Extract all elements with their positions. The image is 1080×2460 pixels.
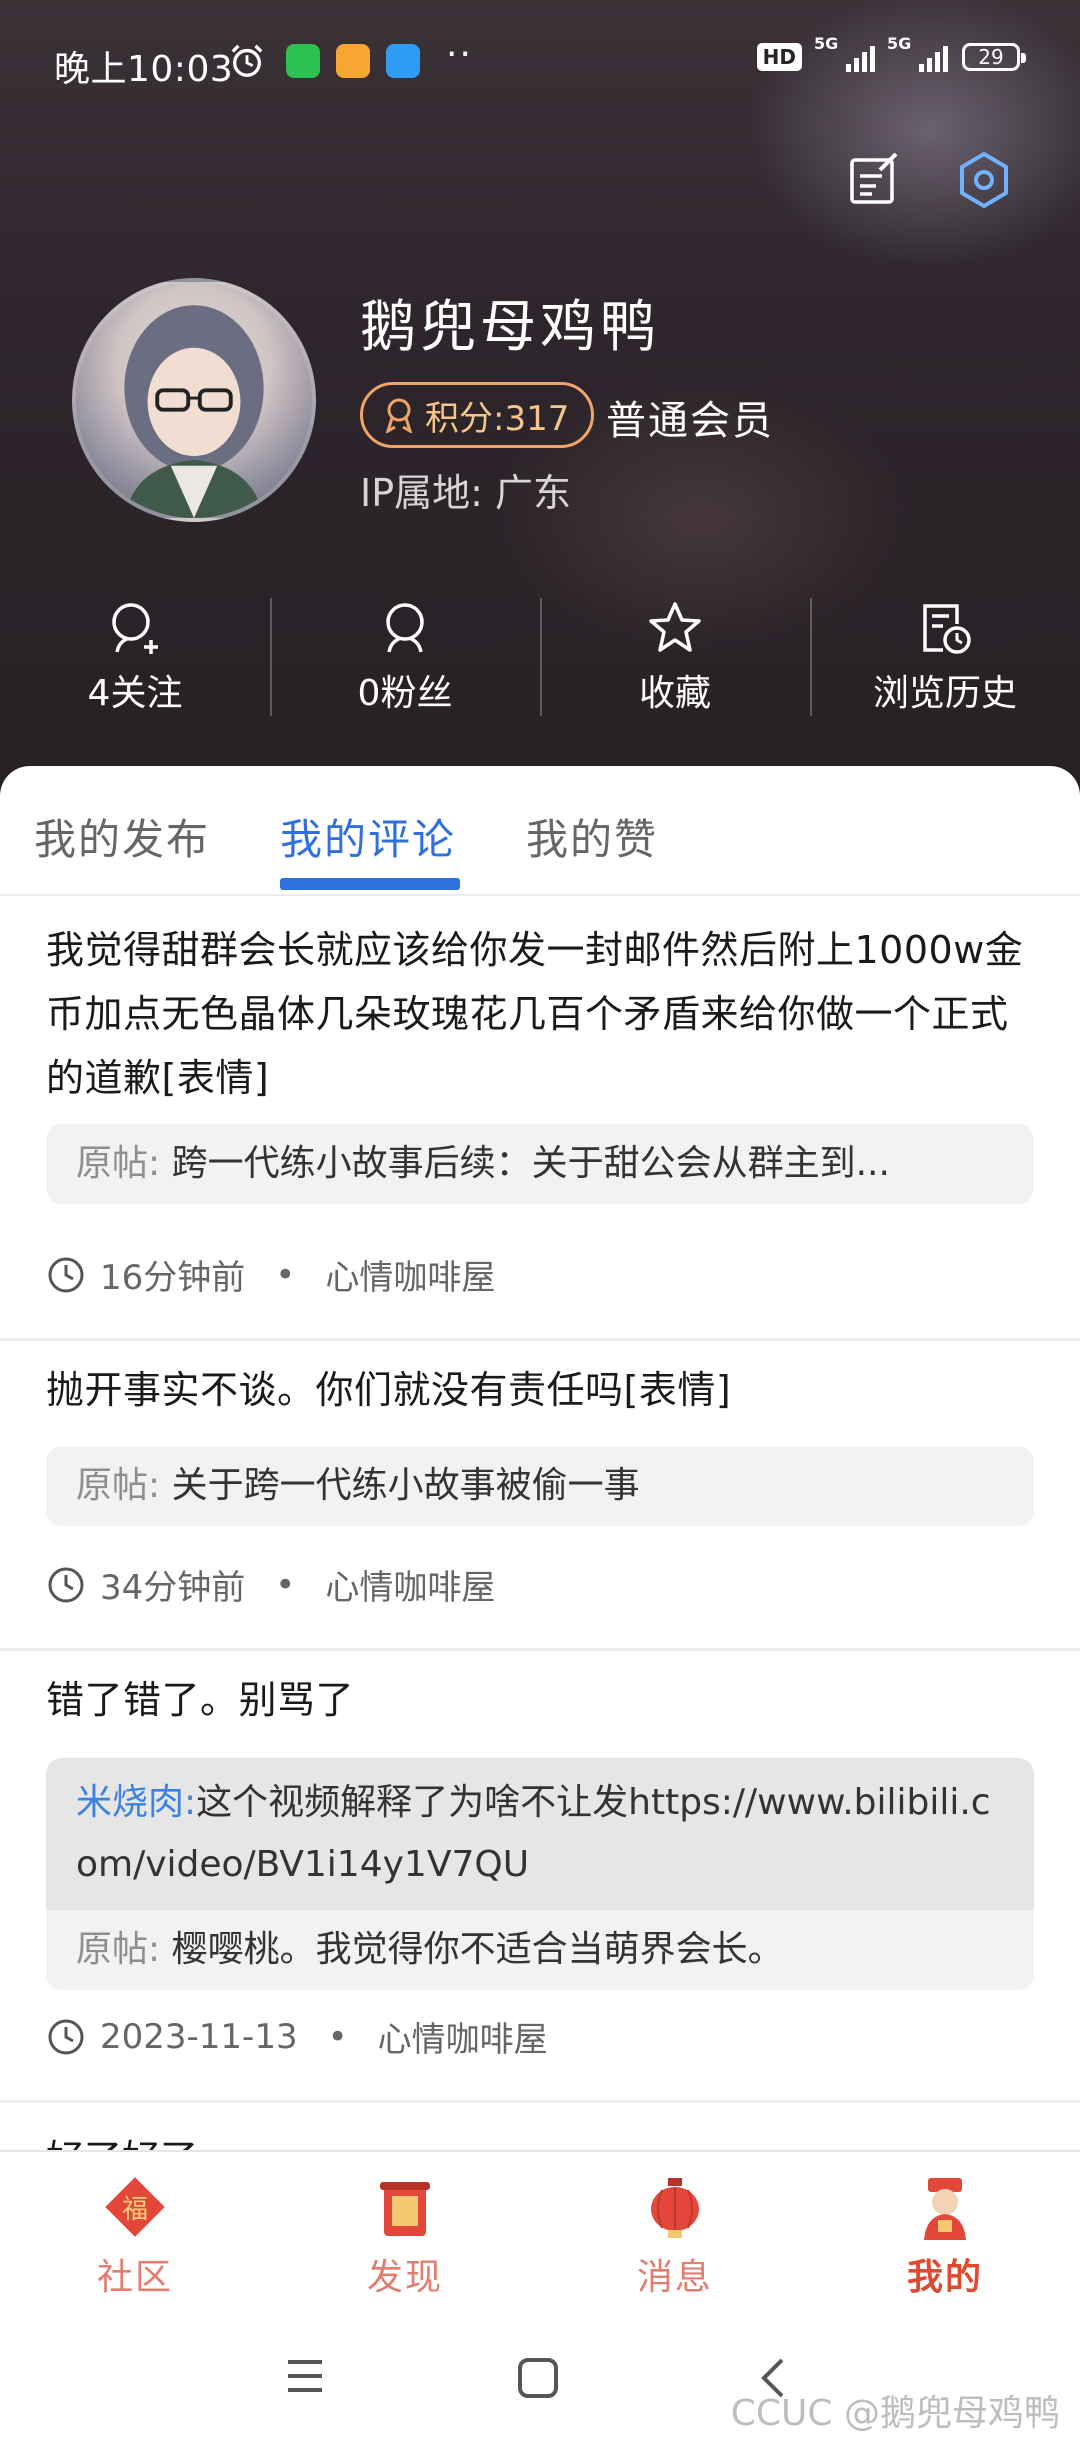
- original-post-title: 关于跨一代练小故事被偷一事: [171, 1465, 640, 1506]
- tab-bar: 我的发布 我的评论 我的赞: [0, 766, 1080, 896]
- comment-item[interactable]: 我觉得甜群会长就应该给你发一封邮件然后附上1000w金币加点无色晶体几朵玫瑰花几…: [0, 896, 1080, 1341]
- points-value: 积分:317: [425, 398, 570, 439]
- status-bar: 晚上10:03 ·· HD 5G 5G 29: [0, 28, 1080, 98]
- settings-gear-icon[interactable]: [954, 150, 1014, 210]
- fans-icon: [386, 603, 424, 653]
- dragon-scroll-icon: [380, 2182, 430, 2236]
- fu-icon: 福: [105, 2177, 165, 2237]
- edit-icon[interactable]: [846, 150, 906, 210]
- quoted-reply: 米烧肉:这个视频解释了为啥不让发https://www.bilibili.com…: [46, 1758, 1034, 1910]
- home-icon[interactable]: [516, 2356, 560, 2400]
- comment-time: 2023-11-13: [100, 2016, 298, 2057]
- original-post-title: 跨一代练小故事后续：关于甜公会从群主到...: [171, 1143, 890, 1184]
- signal-icon: 5G: [814, 34, 875, 72]
- comment-time: 16分钟前: [100, 1258, 246, 1298]
- comment-text: 错了错了。别骂了: [46, 1678, 355, 1722]
- comment-board[interactable]: 心情咖啡屋: [325, 1250, 495, 1299]
- username: 鹅兜母鸡鸭: [360, 295, 660, 360]
- stats-row: 4关注 0粉丝 收藏 浏览历史: [0, 598, 1080, 718]
- member-level: 普通会员: [606, 398, 774, 444]
- watermark: CCUC @鹅兜母鸡鸭: [730, 2393, 1060, 2434]
- avatar[interactable]: [72, 278, 316, 522]
- content-sheet: 我的发布 我的评论 我的赞 我觉得甜群会长就应该给你发一封邮件然后附上1000w…: [0, 766, 1080, 2150]
- comment-board[interactable]: 心情咖啡屋: [325, 1560, 495, 1609]
- nav-discover[interactable]: 发现: [270, 2152, 540, 2302]
- tab-my-posts[interactable]: 我的发布: [34, 806, 210, 867]
- wechat-icon: [286, 44, 320, 78]
- system-navigation-bar: [0, 2300, 1080, 2460]
- comment-text: 抛开事实不谈。你们就没有责任吗[表情]: [46, 1368, 732, 1412]
- notes-app-icon: [336, 44, 370, 78]
- points-badge[interactable]: 积分:317: [360, 382, 595, 448]
- nav-messages[interactable]: 消息: [540, 2152, 810, 2302]
- ip-location: IP属地: 广东: [360, 471, 572, 515]
- active-tab-indicator: [280, 878, 460, 890]
- follow-icon: [112, 603, 158, 654]
- svg-text:福: 福: [122, 2195, 148, 2225]
- clock-icon: [48, 1567, 84, 1602]
- follow-stat[interactable]: 4关注: [0, 598, 270, 718]
- tab-my-likes[interactable]: 我的赞: [526, 806, 658, 867]
- comment-board[interactable]: 心情咖啡屋: [378, 2012, 548, 2061]
- comment-meta: 16分钟前 • 心情咖啡屋: [46, 1250, 495, 1299]
- quoted-user[interactable]: 米烧肉:: [76, 1782, 196, 1823]
- comment-text: 我觉得甜群会长就应该给你发一封邮件然后附上1000w金币加点无色晶体几朵玫瑰花几…: [46, 928, 1024, 1100]
- tab-my-comments[interactable]: 我的评论: [280, 806, 456, 867]
- status-time: 晚上10:03: [54, 49, 234, 90]
- medal-icon: [385, 398, 413, 433]
- clock-icon: [48, 1257, 84, 1292]
- lantern-icon: [651, 2178, 699, 2238]
- fans-stat[interactable]: 0粉丝: [270, 598, 540, 718]
- comment-time: 34分钟前: [100, 1568, 246, 1608]
- battery-icon: 29: [962, 43, 1026, 71]
- chat-app-icon: [386, 44, 420, 78]
- nav-mine[interactable]: 我的: [810, 2152, 1080, 2302]
- quoted-reply-text: 这个视频解释了为啥不让发https://www.bilibili.com/vid…: [76, 1782, 991, 1885]
- avatar-image: [124, 305, 264, 518]
- bottom-nav: 福 社区 发现 消息 我的: [0, 2150, 1080, 2302]
- original-post-quote[interactable]: 原帖: 关于跨一代练小故事被偷一事: [46, 1446, 1034, 1526]
- favorites-stat[interactable]: 收藏: [540, 598, 810, 718]
- more-notifications: ··: [446, 34, 473, 75]
- caishen-icon: [924, 2178, 966, 2240]
- comment-meta: 2023-11-13 • 心情咖啡屋: [46, 2012, 548, 2061]
- star-icon: [649, 602, 701, 652]
- comment-meta: 34分钟前 • 心情咖啡屋: [46, 1560, 495, 1609]
- original-post-quote[interactable]: 原帖: 跨一代练小故事后续：关于甜公会从群主到...: [46, 1124, 1034, 1204]
- reply-quote[interactable]: 米烧肉:这个视频解释了为啥不让发https://www.bilibili.com…: [46, 1758, 1034, 1990]
- comment-item[interactable]: 抛开事实不谈。你们就没有责任吗[表情] 原帖: 关于跨一代练小故事被偷一事 34…: [0, 1338, 1080, 1651]
- clock-icon: [48, 2019, 84, 2054]
- profile-header: 晚上10:03 ·· HD 5G 5G 29 鹅兜母鸡鸭 积分:317 普通会员…: [0, 0, 1080, 800]
- next-comment-partial[interactable]: 好了好了: [46, 2128, 198, 2150]
- comment-item[interactable]: 错了错了。别骂了 米烧肉:这个视频解释了为啥不让发https://www.bil…: [0, 1648, 1080, 2103]
- signal-icon-2: 5G: [887, 34, 948, 72]
- menu-icon[interactable]: [284, 2356, 326, 2396]
- history-stat[interactable]: 浏览历史: [810, 598, 1080, 718]
- history-icon: [923, 604, 971, 654]
- hd-badge: HD: [756, 43, 802, 71]
- nav-community[interactable]: 福 社区: [0, 2152, 270, 2302]
- alarm-icon: [231, 44, 263, 77]
- original-post-title: 樱嘤桃。我觉得你不适合当萌界会长。: [171, 1929, 784, 1970]
